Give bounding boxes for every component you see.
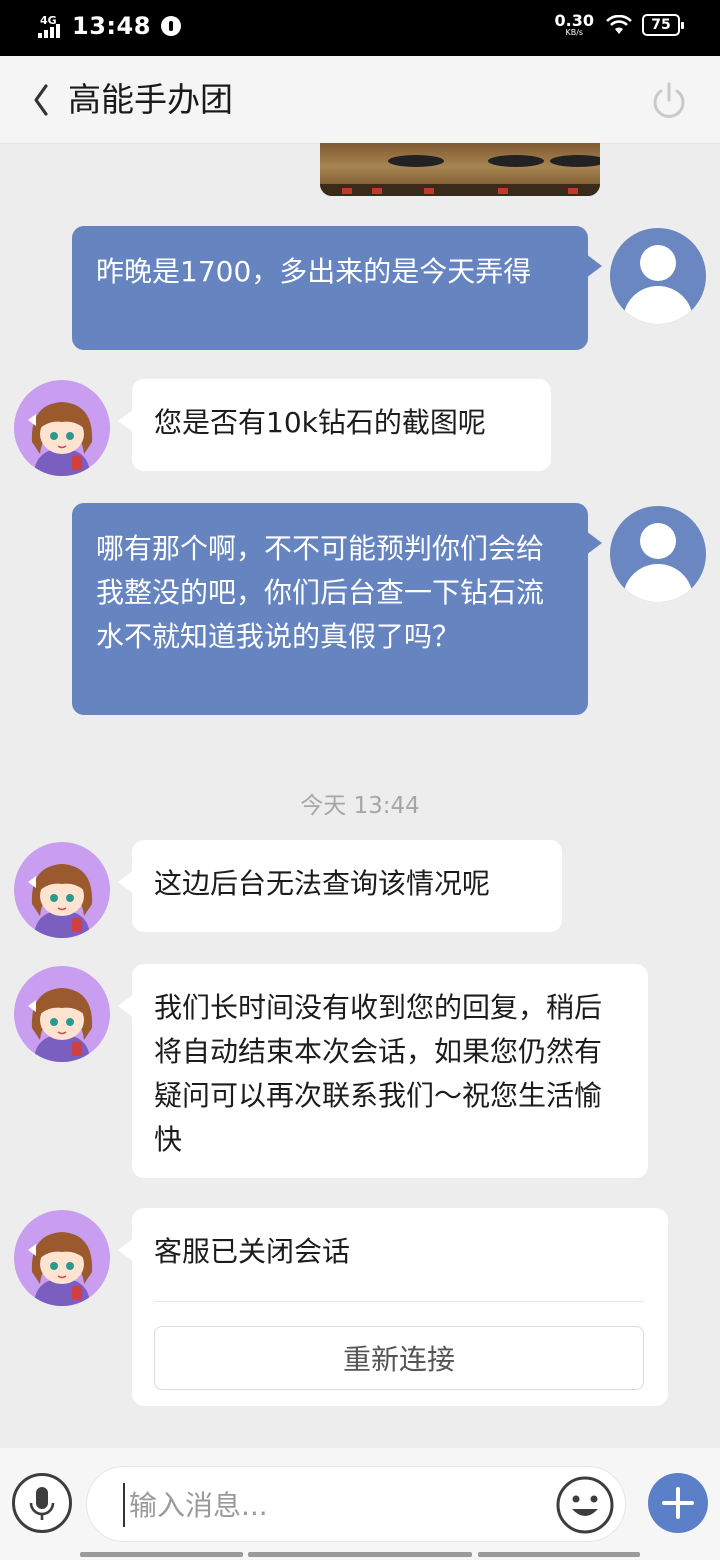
battery-icon: 75: [642, 14, 684, 36]
session-closed-text: 客服已关闭会话: [154, 1235, 351, 1268]
user-avatar[interactable]: [610, 228, 706, 324]
emoji-icon[interactable]: [555, 1475, 615, 1535]
agent-avatar[interactable]: [14, 1210, 110, 1306]
agent-message-bubble: 这边后台无法查询该情况呢: [118, 840, 562, 932]
nav-indicator: [248, 1552, 472, 1557]
nav-indicator: [478, 1552, 640, 1557]
user-message-bubble: 昨晚是1700，多出来的是今天弄得: [72, 226, 602, 350]
plus-icon: [662, 1487, 694, 1519]
message-text: 哪有那个啊，不不可能预判你们会给我整没的吧，你们后台查一下钻石流水不就知道我说的…: [96, 532, 545, 653]
message-input[interactable]: [123, 1483, 543, 1527]
chat-title: 高能手办团: [68, 80, 233, 119]
agent-avatar[interactable]: [14, 380, 110, 476]
back-button[interactable]: [26, 78, 56, 122]
reconnect-button[interactable]: 重新连接: [154, 1326, 644, 1390]
agent-avatar[interactable]: [14, 842, 110, 938]
screenshot-image[interactable]: [320, 143, 600, 196]
message-input-bar: [0, 1448, 720, 1560]
nav-indicator: [80, 1552, 243, 1557]
message-input-container: [86, 1466, 626, 1542]
cellular-signal-icon: 4G: [38, 12, 64, 40]
message-text: 这边后台无法查询该情况呢: [154, 867, 491, 900]
message-text: 昨晚是1700，多出来的是今天弄得: [96, 255, 532, 288]
notification-icon: [160, 16, 181, 36]
message-text: 我们长时间没有收到您的回复，稍后将自动结束本次会话，如果您仍然有疑问可以再次联系…: [154, 991, 603, 1156]
wifi-icon: [606, 15, 632, 34]
session-closed-card: 客服已关闭会话 重新连接: [118, 1208, 668, 1406]
agent-avatar[interactable]: [14, 966, 110, 1062]
agent-message-bubble: 您是否有10k钻石的截图呢: [118, 379, 551, 471]
agent-message-bubble: 我们长时间没有收到您的回复，稍后将自动结束本次会话，如果您仍然有疑问可以再次联系…: [118, 964, 648, 1178]
microphone-icon: [29, 1487, 55, 1520]
status-bar: 4G 13:48 0.30 KB/s 75: [0, 0, 720, 56]
power-icon[interactable]: [648, 80, 690, 122]
user-avatar[interactable]: [610, 506, 706, 602]
message-text: 您是否有10k钻石的截图呢: [154, 406, 486, 439]
chat-header: 高能手办团: [0, 56, 720, 144]
message-timestamp: 今天 13:44: [300, 793, 420, 819]
network-speed: 0.30 KB/s: [555, 13, 594, 37]
speed-value: 0.30: [554, 11, 594, 30]
user-message-bubble: 哪有那个啊，不不可能预判你们会给我整没的吧，你们后台查一下钻石流水不就知道我说的…: [72, 503, 602, 715]
card-divider: [154, 1301, 644, 1302]
status-time: 13:48: [72, 12, 151, 40]
voice-button[interactable]: [12, 1473, 72, 1533]
battery-level: 75: [651, 17, 671, 33]
speed-unit: KB/s: [565, 28, 584, 37]
add-attachment-button[interactable]: [648, 1473, 708, 1533]
